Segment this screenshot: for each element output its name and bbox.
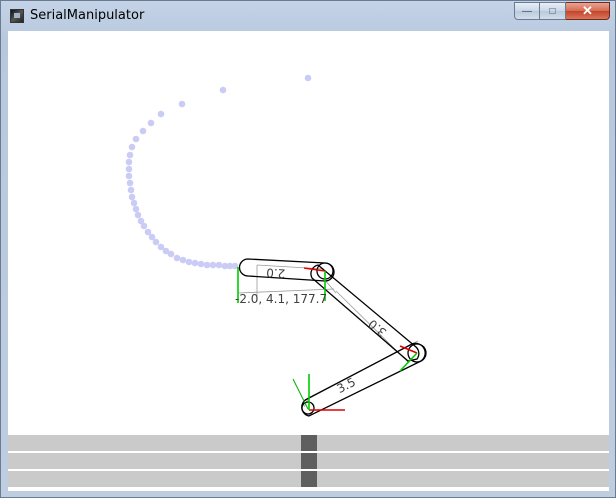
maximize-icon: □	[549, 5, 556, 17]
trail-point	[125, 172, 133, 180]
trail-point	[132, 205, 140, 213]
trail-point	[132, 135, 140, 143]
trail-point	[219, 86, 227, 94]
link-3-length-label: 3.5	[334, 375, 357, 396]
caption-buttons: — □ ✕	[514, 2, 610, 21]
trail-point	[126, 179, 134, 187]
minimize-icon: —	[522, 5, 532, 17]
trail-point	[178, 100, 186, 108]
trail-point	[167, 250, 175, 258]
joint-3-slider-thumb[interactable]	[301, 471, 317, 487]
title-bar[interactable]: SerialManipulator — □ ✕	[1, 1, 615, 30]
end-effector-trail	[125, 74, 312, 270]
joint-1-slider-thumb[interactable]	[301, 435, 317, 451]
trail-point	[128, 143, 136, 151]
link-3-outline	[301, 342, 426, 417]
trail-point	[128, 193, 136, 201]
trail-point	[209, 261, 217, 269]
maximize-button[interactable]: □	[540, 2, 566, 20]
manipulator-canvas-area[interactable]: 2.0 3.0 3.5 -2.0, 4.1, 177.7	[8, 31, 609, 491]
trail-point	[126, 151, 134, 159]
minimize-button[interactable]: —	[514, 2, 540, 20]
dimension-lines	[237, 264, 419, 408]
joint-1-slider[interactable]	[8, 435, 609, 451]
trail-point	[157, 110, 165, 118]
manipulator-links	[238, 258, 427, 417]
trail-point	[215, 261, 223, 269]
trail-point	[191, 259, 199, 267]
joint-2-slider-thumb[interactable]	[301, 453, 317, 469]
trail-point	[179, 256, 187, 264]
end-effector-readout: -2.0, 4.1, 177.7	[235, 292, 327, 306]
trail-point	[139, 127, 147, 135]
link-2-length-label: 3.0	[366, 317, 390, 340]
app-window: SerialManipulator — □ ✕ 2.0 3.0 3.5 -2.0…	[0, 0, 616, 498]
close-button[interactable]: ✕	[566, 2, 610, 20]
trail-point	[203, 261, 211, 269]
trail-point	[130, 199, 138, 207]
app-icon[interactable]	[10, 9, 24, 23]
trail-point	[147, 119, 155, 127]
trail-point	[134, 211, 142, 219]
joint-2-slider[interactable]	[8, 453, 609, 469]
joint-3-slider[interactable]	[8, 471, 609, 487]
trail-point	[125, 158, 133, 166]
trail-point	[125, 165, 133, 173]
link-1-length-label: 2.0	[266, 266, 286, 281]
trail-point	[140, 222, 148, 230]
trail-point	[152, 238, 160, 246]
trail-point	[127, 186, 135, 194]
trail-point	[185, 258, 193, 266]
window-title: SerialManipulator	[30, 8, 145, 23]
trail-point	[173, 254, 181, 262]
manipulator-canvas[interactable]: 2.0 3.0 3.5 -2.0, 4.1, 177.7	[8, 31, 609, 431]
trail-point	[304, 74, 312, 82]
frame-base-y2-axis	[292, 378, 309, 410]
trail-point	[197, 260, 205, 268]
close-icon: ✕	[582, 3, 593, 18]
